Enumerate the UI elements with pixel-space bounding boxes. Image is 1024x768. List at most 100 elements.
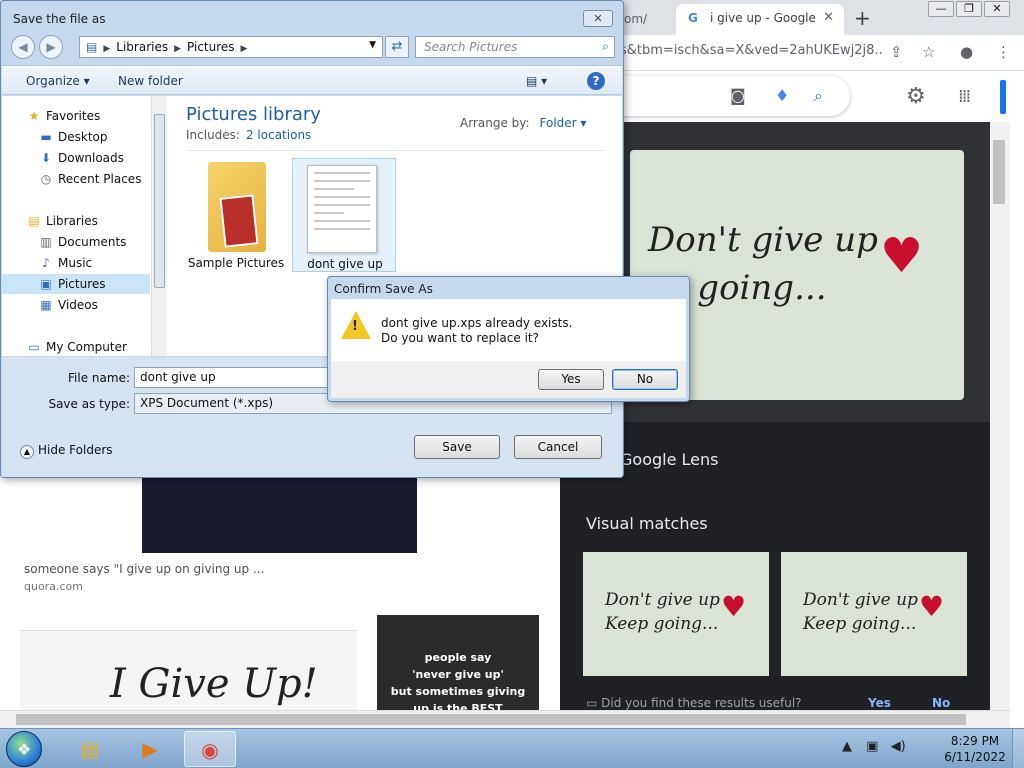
tree-item-videos[interactable]: ▦ Videos — [2, 295, 150, 315]
vertical-scrollbar[interactable] — [990, 122, 1010, 714]
pictures-icon: ▣ — [40, 277, 52, 291]
hide-folders-button[interactable]: ▲ Hide Folders — [20, 443, 113, 459]
sign-in-button-edge[interactable] — [1000, 80, 1006, 114]
chrome-menu-icon[interactable]: ⋮ — [996, 43, 1011, 61]
tree-item-favorites[interactable]: ★ Favorites — [2, 106, 150, 126]
clock[interactable]: 8:29 PM 6/11/2022 — [944, 733, 1006, 765]
no-button[interactable]: No — [612, 369, 678, 390]
view-options-icon[interactable]: ▤ ▾ — [526, 74, 547, 88]
scrollbar-thumb[interactable] — [993, 140, 1005, 204]
dialog-close-button[interactable]: ✕ — [583, 10, 613, 27]
save-as-dialog: Save the file as ✕ ◀ ▶ ▤ ▶ Libraries ▶ Pictu… — [0, 0, 624, 478]
visual-matches-heading: Visual matches — [586, 514, 708, 533]
file-label: dont give up — [307, 257, 383, 271]
tree-item-libraries[interactable]: ▤ Libraries — [2, 211, 150, 231]
google-search-bar[interactable]: ◙ ♦ ⌕ — [600, 76, 850, 116]
network-icon[interactable]: ▣ — [866, 739, 878, 754]
quote-line2: 'never give up' — [412, 668, 504, 681]
organize-button[interactable]: Organize ▾ — [26, 74, 90, 88]
locations-link[interactable]: 2 locations — [246, 128, 311, 142]
address-path[interactable]: ▤ ▶ Libraries ▶ Pictures ▶ ▼ — [79, 36, 383, 58]
tree-label: Downloads — [58, 151, 124, 165]
path-pictures[interactable]: Pictures — [187, 40, 235, 54]
result-caption[interactable]: someone says "I give up on giving up ... — [24, 562, 264, 576]
tree-item-pictures[interactable]: ▣ Pictures — [2, 274, 150, 294]
tree-item-desktop[interactable]: ▬ Desktop — [2, 127, 150, 147]
volume-icon[interactable]: ◀) — [891, 739, 906, 754]
recent-places-icon: ◷ — [40, 172, 52, 186]
media-player-taskbar-button[interactable]: ▶ — [124, 731, 176, 767]
tree-item-my-computer[interactable]: ▭ My Computer — [2, 337, 150, 357]
tree-item-music[interactable]: ♪ Music — [2, 253, 150, 273]
file-name-label: File name: — [68, 371, 130, 385]
start-button[interactable]: ❖ — [6, 731, 42, 767]
window-controls: — ❐ ✕ — [928, 1, 1012, 17]
minimize-button[interactable]: — — [928, 1, 954, 17]
search-icon[interactable]: ⌕ — [814, 86, 823, 106]
chrome-taskbar-button[interactable]: ◉ — [184, 731, 236, 767]
forward-button[interactable]: ▶ — [39, 35, 63, 59]
back-button[interactable]: ◀ — [11, 35, 35, 59]
share-icon[interactable]: ⇪ — [890, 43, 903, 61]
yes-button[interactable]: Yes — [538, 369, 604, 390]
search-input[interactable]: Search Pictures ⌕ — [415, 36, 615, 58]
star-icon: ★ — [28, 109, 40, 123]
includes-label: Includes: — [186, 128, 240, 142]
cancel-button[interactable]: Cancel — [514, 435, 602, 459]
explorer-taskbar-button[interactable]: ▤ — [64, 731, 116, 767]
horizontal-scrollbar[interactable] — [0, 710, 1010, 728]
hide-folders-label: Hide Folders — [38, 443, 113, 457]
tab-close-icon[interactable]: ✕ — [823, 10, 834, 25]
tree-item-recent-places[interactable]: ◷ Recent Places — [2, 169, 150, 189]
tab-google-images[interactable]: Gi give up - Google ✕ — [676, 4, 844, 35]
close-window-button[interactable]: ✕ — [984, 1, 1010, 17]
tray-expand-icon[interactable]: ▲ — [842, 739, 852, 754]
microphone-icon[interactable]: ♦ — [775, 86, 789, 105]
apps-grid-icon[interactable]: ⁞⁞⁞ — [958, 86, 971, 107]
new-tab-button[interactable]: + — [854, 6, 871, 30]
vm1-text-line2: Keep going... — [605, 614, 719, 634]
hscrollbar-thumb[interactable] — [16, 714, 966, 725]
result-image-quote[interactable]: people say 'never give up' but sometimes… — [377, 615, 539, 715]
confirm-message-line2: Do you want to replace it? — [381, 331, 539, 345]
file-item-sample-pictures[interactable]: Sample Pictures — [184, 158, 288, 272]
paper-text: I Give Up! — [110, 661, 318, 707]
result-image-paper[interactable]: I Give Up! — [20, 630, 357, 714]
quote-line3: but sometimes giving — [390, 685, 526, 698]
visual-match-1[interactable]: Don't give up Keep going... ♥ — [583, 552, 769, 676]
tree-scrollbar-thumb[interactable] — [154, 114, 165, 288]
bookmark-star-icon[interactable]: ☆ — [922, 43, 935, 61]
confirm-body: ! dont give up.xps already exists. Do yo… — [331, 299, 686, 361]
new-folder-button[interactable]: New folder — [118, 74, 183, 88]
dialog-toolbar: Organize ▾ New folder ▤ ▾ ? — [2, 65, 622, 95]
folder-photo-thumbnail — [219, 194, 259, 248]
save-button[interactable]: Save — [414, 435, 500, 459]
profile-icon[interactable]: ● — [960, 43, 973, 61]
tree-label: Videos — [58, 298, 98, 312]
url-text[interactable]: s&tbm=isch&sa=X&ved=2ahUKEwj2j8... — [620, 43, 884, 58]
feedback-icon: ▭ — [586, 696, 602, 710]
feedback-yes-button[interactable]: Yes — [868, 696, 891, 710]
google-lens-label: Google Lens — [620, 450, 719, 469]
camera-icon[interactable]: ◙ — [730, 86, 746, 105]
tab-previous[interactable]: om/ — [620, 6, 676, 35]
path-dropdown-icon[interactable]: ▼ — [369, 40, 376, 50]
maximize-button[interactable]: ❐ — [956, 1, 982, 17]
arrange-by-dropdown[interactable]: Folder ▾ — [540, 116, 587, 130]
tree-item-documents[interactable]: ▥ Documents — [2, 232, 150, 252]
xps-document-icon — [307, 165, 377, 253]
gear-icon[interactable]: ⚙ — [906, 84, 926, 109]
path-libraries[interactable]: Libraries — [116, 40, 168, 54]
library-title: Pictures library — [186, 104, 321, 125]
image-text-line1: Don't give up — [648, 220, 878, 260]
help-icon[interactable]: ? — [587, 72, 605, 90]
feedback-no-button[interactable]: No — [932, 696, 950, 710]
show-desktop-button[interactable] — [1012, 729, 1024, 768]
tree-label: Favorites — [46, 109, 101, 123]
tree-item-downloads[interactable]: ⬇ Downloads — [2, 148, 150, 168]
refresh-button[interactable]: ⇄ — [385, 36, 409, 58]
visual-match-2[interactable]: Don't give up Keep going... ♥ — [781, 552, 967, 676]
file-item-dont-give-up[interactable]: dont give up — [292, 158, 396, 272]
tree-scrollbar[interactable] — [151, 96, 167, 356]
result-image-dark[interactable] — [142, 478, 417, 553]
